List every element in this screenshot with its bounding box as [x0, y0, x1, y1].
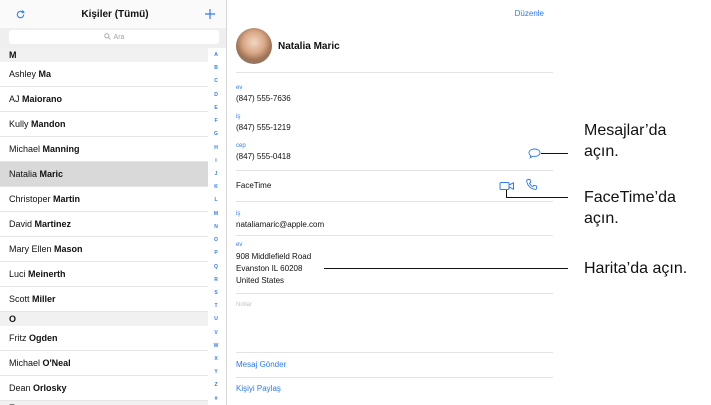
email-label: iş — [236, 211, 241, 217]
index-letter[interactable]: J — [215, 171, 218, 177]
facetime-label: FaceTime — [236, 181, 272, 190]
work-phone-value[interactable]: (847) 555-1219 — [236, 123, 291, 132]
index-letter[interactable]: R — [214, 277, 218, 283]
email-value[interactable]: nataliamaric@apple.com — [236, 220, 324, 229]
callout-line-maps — [324, 268, 568, 269]
index-letter[interactable]: O — [214, 237, 218, 243]
facetime-camera-icon[interactable] — [499, 179, 515, 191]
home-phone-label: ev — [236, 85, 243, 91]
index-letter[interactable]: F — [214, 118, 217, 124]
send-message-button[interactable]: Mesaj Gönder — [236, 360, 286, 369]
list-item[interactable]: Fritz Ogden — [0, 326, 208, 351]
callout-line-facetime — [506, 197, 568, 198]
contact-name: Natalia Maric — [278, 41, 340, 52]
divider — [236, 170, 553, 171]
list-item[interactable]: David Martinez — [0, 212, 208, 237]
contact-detail-pane: Düzenle Natalia Maric ev (847) 555-7636 … — [227, 0, 553, 405]
section-header-e: E — [0, 401, 208, 405]
list-item[interactable]: Michael O'Neal — [0, 351, 208, 376]
list-item[interactable]: Christoper Martin — [0, 187, 208, 212]
list-item[interactable]: Luci Meinerth — [0, 262, 208, 287]
index-letter[interactable]: Y — [214, 369, 217, 375]
address-line-3[interactable]: United States — [236, 276, 284, 285]
work-phone-label: iş — [236, 114, 241, 120]
divider — [236, 72, 553, 73]
search-input[interactable]: Ara — [9, 30, 219, 44]
index-letter[interactable]: W — [214, 343, 219, 349]
index-letter[interactable]: Q — [214, 264, 218, 270]
index-letter[interactable]: P — [214, 250, 217, 256]
section-header-m: M — [0, 48, 208, 62]
phone-icon[interactable] — [525, 178, 538, 191]
index-letter[interactable]: Z — [214, 382, 217, 388]
divider — [236, 377, 553, 378]
share-contact-button[interactable]: Kişiyi Paylaş — [236, 384, 281, 393]
address-line-2[interactable]: Evanston IL 60208 — [236, 264, 302, 273]
contact-rows: M Ashley Ma AJ Maiorano Kully Mandon Mic… — [0, 48, 208, 405]
index-letter[interactable]: E — [214, 105, 217, 111]
address-label: ev — [236, 242, 243, 248]
search-placeholder: Ara — [113, 33, 125, 41]
divider — [236, 201, 553, 202]
index-letter[interactable]: K — [214, 184, 218, 190]
index-letter[interactable]: N — [214, 224, 218, 230]
list-title: Kişiler (Tümü) — [81, 8, 149, 20]
list-item-selected[interactable]: Natalia Maric — [0, 162, 208, 187]
list-item[interactable]: Dean Orlosky — [0, 376, 208, 401]
callout-maps: Harita’da açın. — [584, 260, 688, 277]
notes-field[interactable]: Notlar — [236, 302, 252, 308]
index-letter[interactable]: C — [214, 78, 218, 84]
index-letter[interactable]: L — [214, 197, 217, 203]
section-header-o: O — [0, 312, 208, 326]
add-icon[interactable] — [204, 8, 216, 20]
list-item[interactable]: Mary Ellen Mason — [0, 237, 208, 262]
list-item[interactable]: AJ Maiorano — [0, 87, 208, 112]
divider — [236, 235, 553, 236]
index-letter[interactable]: # — [215, 396, 218, 402]
list-item[interactable]: Ashley Ma — [0, 62, 208, 87]
search-bar: Ara — [0, 28, 226, 48]
index-letter[interactable]: U — [214, 316, 218, 322]
mobile-phone-label: cep — [236, 143, 246, 149]
avatar — [236, 28, 272, 64]
index-letter[interactable]: M — [214, 211, 218, 217]
index-letter[interactable]: H — [214, 145, 218, 151]
callout-line-messages — [541, 153, 568, 154]
divider — [236, 293, 553, 294]
contacts-list-pane: Kişiler (Tümü) Ara M Ashley Ma AJ Maiora… — [0, 0, 227, 405]
edit-button[interactable]: Düzenle — [515, 9, 544, 18]
index-letter[interactable]: A — [214, 52, 218, 58]
divider — [236, 352, 553, 353]
list-header: Kişiler (Tümü) — [0, 0, 226, 29]
index-letter[interactable]: D — [214, 92, 218, 98]
index-letter[interactable]: I — [215, 158, 216, 164]
callout-messages: Mesajlar’da açın. — [584, 122, 667, 160]
index-letter[interactable]: B — [214, 65, 218, 71]
contacts-app: Kişiler (Tümü) Ara M Ashley Ma AJ Maiora… — [0, 0, 553, 405]
list-item[interactable]: Kully Mandon — [0, 112, 208, 137]
message-bubble-icon[interactable] — [528, 146, 541, 159]
index-letter[interactable]: G — [214, 131, 218, 137]
index-letter[interactable]: S — [214, 290, 217, 296]
index-letter[interactable]: V — [214, 330, 217, 336]
address-line-1[interactable]: 908 Middlefield Road — [236, 252, 311, 261]
refresh-icon[interactable] — [14, 8, 26, 20]
search-icon — [103, 32, 111, 42]
list-item[interactable]: Scott Miller — [0, 287, 208, 312]
callout-facetime: FaceTime’da açın. — [584, 189, 676, 227]
alphabet-index[interactable]: A B C D E F G H I J K L M N O P Q R S T U V W X Y Z # — [208, 52, 224, 402]
mobile-phone-value[interactable]: (847) 555-0418 — [236, 152, 291, 161]
list-item[interactable]: Michael Manning — [0, 137, 208, 162]
index-letter[interactable]: T — [214, 303, 217, 309]
index-letter[interactable]: X — [214, 356, 217, 362]
home-phone-value[interactable]: (847) 555-7636 — [236, 94, 291, 103]
